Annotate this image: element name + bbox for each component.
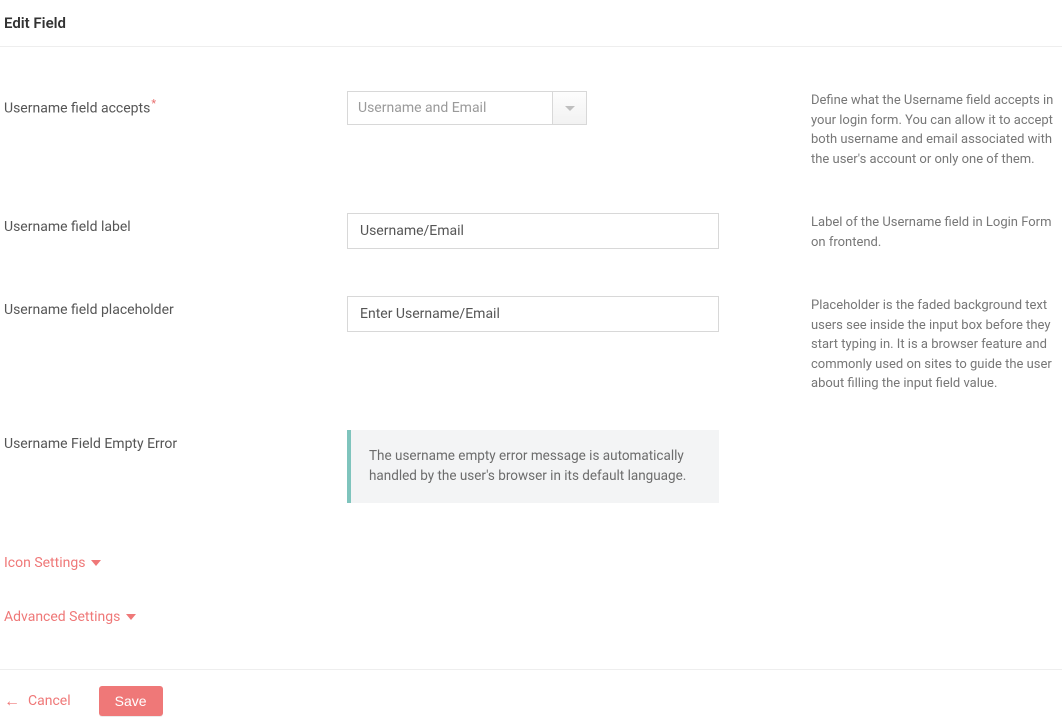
page-header: Edit Field: [0, 0, 1062, 47]
input-col-username-placeholder: [347, 296, 719, 332]
toggle-advanced-settings[interactable]: Advanced Settings: [4, 609, 136, 625]
input-col-username-accepts: Username and Email: [347, 91, 719, 125]
label-username-accepts: Username field accepts*: [4, 91, 347, 117]
input-col-username-empty-error: The username empty error message is auto…: [347, 430, 719, 504]
footer-bar: ← Cancel Save: [0, 670, 1062, 722]
row-username-label: Username field label Label of the Userna…: [4, 169, 1058, 252]
input-username-label[interactable]: [347, 213, 719, 249]
chevron-down-icon: [565, 106, 575, 111]
label-username-label: Username field label: [4, 213, 347, 235]
caret-down-icon: [126, 614, 136, 620]
notice-empty-error: The username empty error message is auto…: [347, 430, 719, 504]
select-arrow-button[interactable]: [552, 92, 586, 124]
row-username-placeholder: Username field placeholder Placeholder i…: [4, 252, 1058, 394]
required-asterisk: *: [151, 97, 156, 110]
label-username-placeholder: Username field placeholder: [4, 296, 347, 318]
label-text: Username field accepts: [4, 101, 150, 117]
save-button[interactable]: Save: [99, 686, 163, 716]
label-username-empty-error: Username Field Empty Error: [4, 430, 347, 452]
input-username-placeholder[interactable]: [347, 296, 719, 332]
row-username-empty-error: Username Field Empty Error The username …: [4, 394, 1058, 504]
section-advanced-settings: Advanced Settings: [4, 571, 1058, 625]
icon-settings-label: Icon Settings: [4, 555, 85, 571]
row-username-accepts: Username field accepts* Username and Ema…: [4, 47, 1058, 169]
caret-down-icon: [91, 560, 101, 566]
help-username-placeholder: Placeholder is the faded background text…: [719, 296, 1058, 394]
input-col-username-label: [347, 213, 719, 249]
section-icon-settings: Icon Settings: [4, 503, 1058, 571]
help-username-label: Label of the Username field in Login For…: [719, 213, 1058, 252]
advanced-settings-label: Advanced Settings: [4, 609, 120, 625]
page-title: Edit Field: [4, 14, 1058, 32]
cancel-button[interactable]: ← Cancel: [4, 693, 71, 709]
select-value: Username and Email: [348, 92, 552, 124]
toggle-icon-settings[interactable]: Icon Settings: [4, 555, 101, 571]
arrow-left-icon: ←: [4, 693, 20, 709]
help-username-accepts: Define what the Username field accepts i…: [719, 91, 1058, 169]
select-username-accepts[interactable]: Username and Email: [347, 91, 587, 125]
form-body: Username field accepts* Username and Ema…: [0, 47, 1062, 625]
cancel-label: Cancel: [28, 693, 71, 709]
